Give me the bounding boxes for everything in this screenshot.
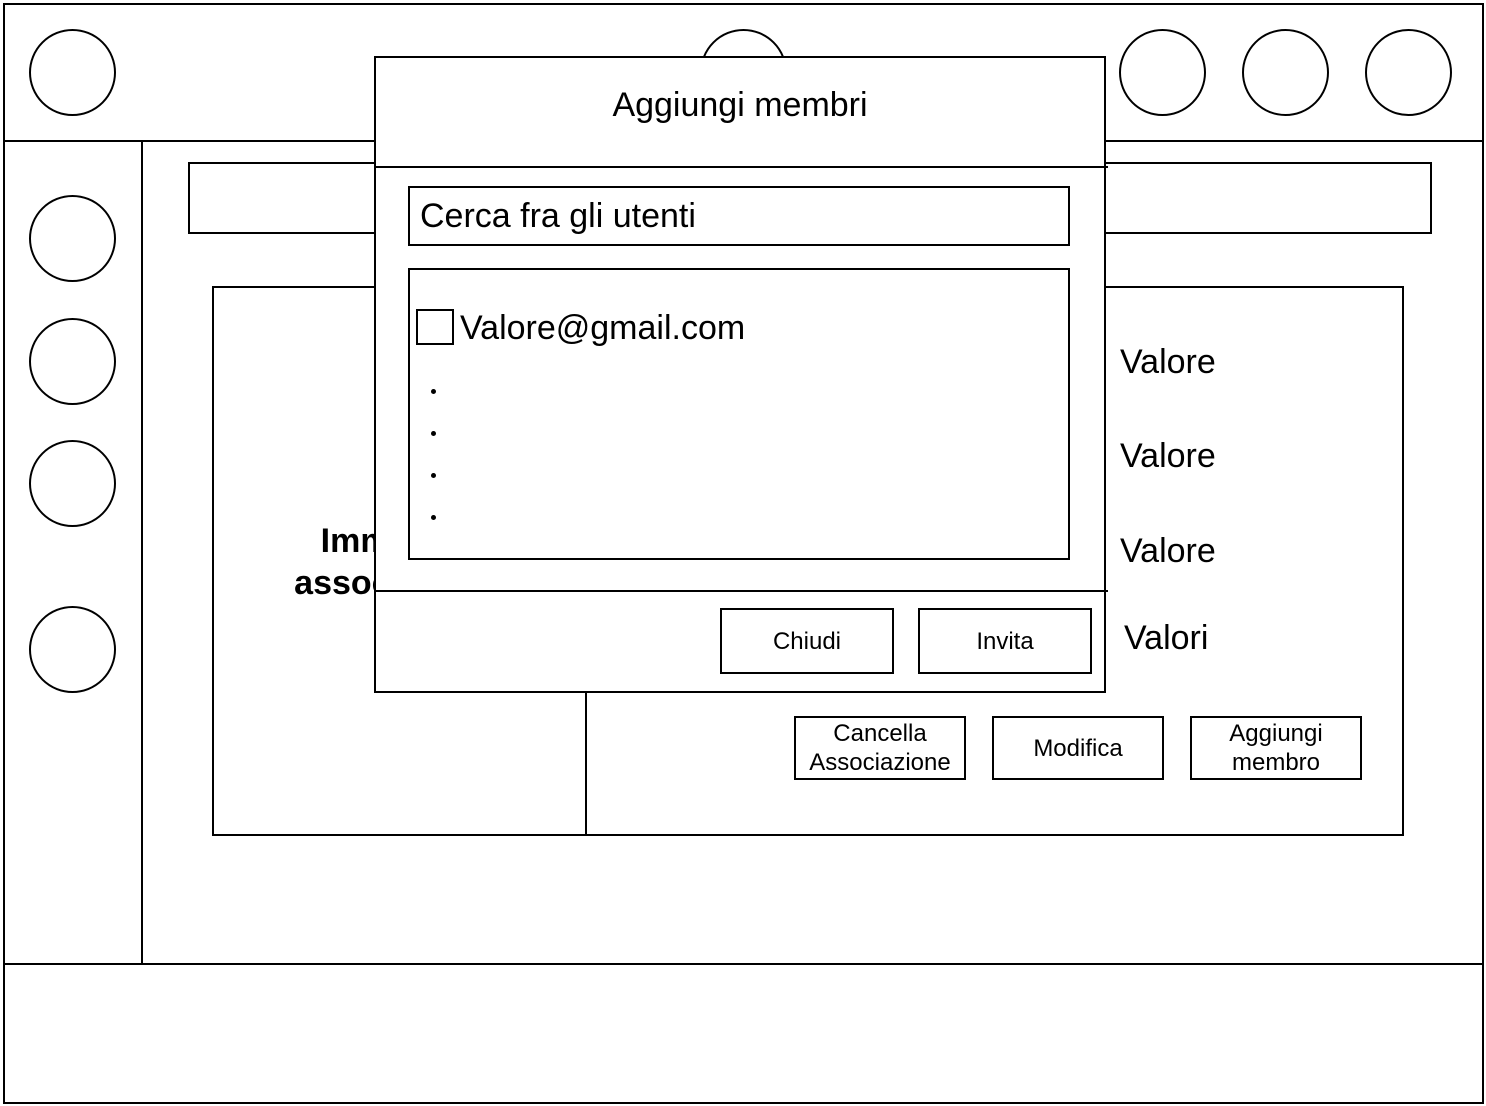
profile-icon[interactable]	[1365, 29, 1452, 116]
header-action-icon[interactable]	[1119, 29, 1206, 116]
footer	[5, 965, 1482, 1102]
modal-header-divider	[374, 166, 1108, 168]
association-value: Valore	[1120, 437, 1216, 475]
sidebar-item-3-icon[interactable]	[29, 440, 116, 527]
sidebar-divider	[141, 141, 143, 965]
invite-button[interactable]: Invita	[918, 608, 1092, 674]
sidebar-item-1-icon[interactable]	[29, 195, 116, 282]
add-member-button[interactable]: Aggiungi membro	[1190, 716, 1362, 780]
sidebar-item-2-icon[interactable]	[29, 318, 116, 405]
logo-icon[interactable]	[29, 29, 116, 116]
more-dot	[431, 389, 436, 394]
association-value: Valore	[1120, 532, 1216, 570]
more-dot	[431, 431, 436, 436]
close-button[interactable]: Chiudi	[720, 608, 894, 674]
modal-body-edge	[1104, 166, 1106, 592]
more-dot	[431, 515, 436, 520]
search-placeholder: Cerca fra gli utenti	[420, 197, 696, 235]
more-dot	[431, 473, 436, 478]
user-search-input[interactable]: Cerca fra gli utenti	[408, 186, 1070, 246]
modal-footer-divider	[374, 590, 1108, 592]
association-value: Valore	[1120, 343, 1216, 381]
sidebar-item-4-icon[interactable]	[29, 606, 116, 693]
user-select-checkbox[interactable]	[416, 309, 454, 345]
edit-button[interactable]: Modifica	[992, 716, 1164, 780]
user-email[interactable]: Valore@gmail.com	[460, 308, 745, 348]
modal-title: Aggiungi membri	[612, 86, 868, 124]
delete-association-button[interactable]: Cancella Associazione	[794, 716, 966, 780]
association-value: Valori	[1124, 619, 1209, 657]
notification-icon[interactable]	[1242, 29, 1329, 116]
